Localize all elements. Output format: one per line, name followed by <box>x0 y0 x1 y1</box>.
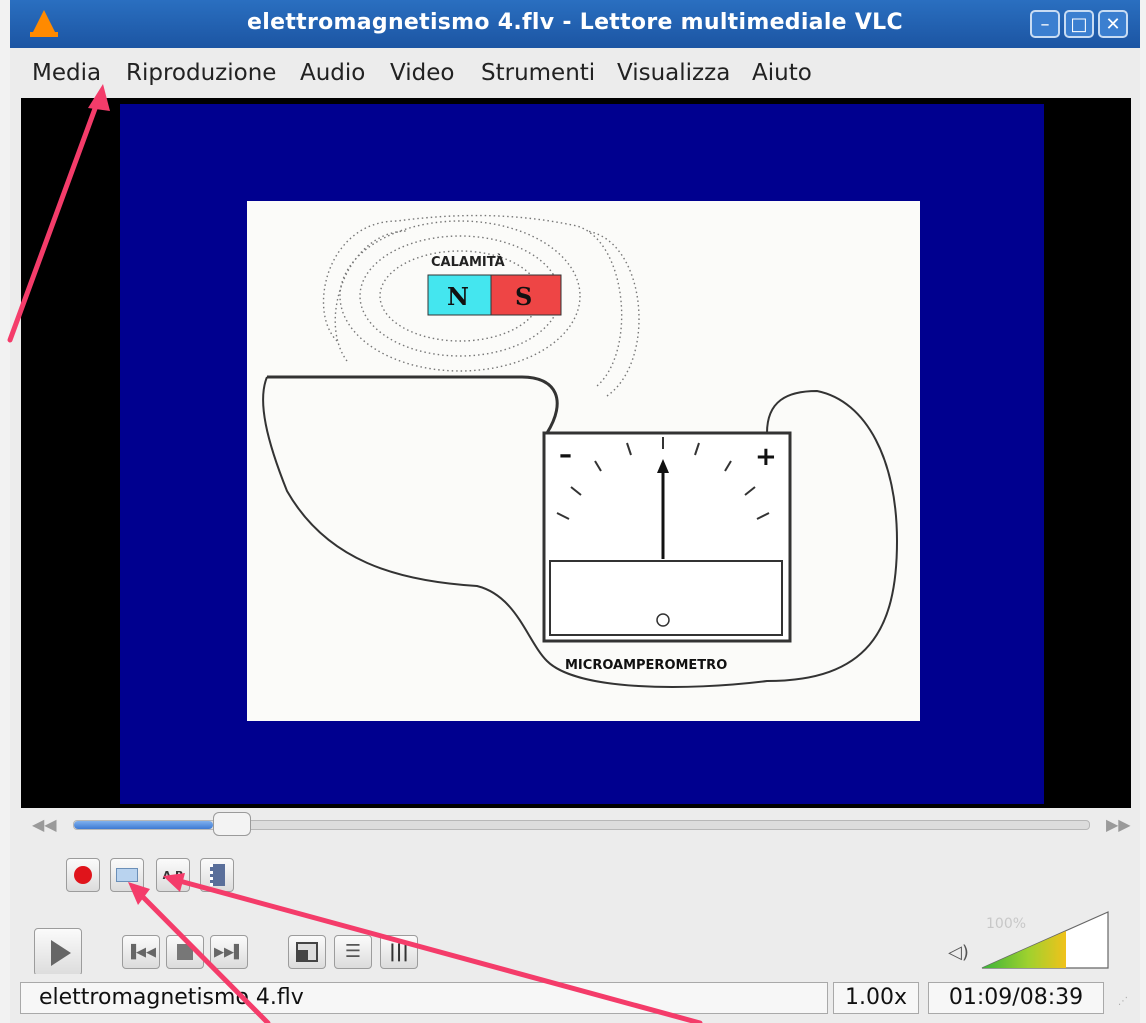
playlist-button[interactable]: ☰ <box>334 935 372 969</box>
resize-grip-icon[interactable]: ⋰ <box>1118 996 1128 1007</box>
menu-riproduzione[interactable]: Riproduzione <box>126 60 276 86</box>
stop-button[interactable] <box>166 935 204 969</box>
meter-panel <box>549 560 783 636</box>
magnet-label: CALAMITÀ <box>431 254 505 270</box>
frame-by-frame-icon <box>209 864 225 886</box>
fullscreen-icon <box>296 942 318 962</box>
previous-button[interactable]: ▐◀◀ <box>122 935 160 969</box>
vlc-window: elettromagnetismo 4.flv - Lettore multim… <box>10 0 1140 1023</box>
next-button[interactable]: ▶▶▌ <box>210 935 248 969</box>
seek-fill <box>74 821 214 829</box>
next-icon: ▶▶▌ <box>214 945 244 960</box>
circuit-drawing: CALAMITÀ N S – + MICROAMPEROMETRO <box>262 214 899 688</box>
status-speed[interactable]: 1.00x <box>833 982 919 1014</box>
wire-top <box>267 375 559 434</box>
skip-forward-icon[interactable]: ▶▶ <box>1106 815 1131 834</box>
menu-bar: Media Riproduzione Audio Video Strumenti… <box>10 48 1140 98</box>
menu-media[interactable]: Media <box>32 60 101 86</box>
snapshot-icon <box>116 868 138 882</box>
magnet-south-letter: S <box>515 282 532 311</box>
status-filename: elettromagnetismo 4.flv <box>20 982 828 1014</box>
record-button[interactable] <box>66 858 100 892</box>
equalizer-icon: ||| <box>389 941 409 962</box>
magnet-north-letter: N <box>447 282 469 311</box>
menu-audio[interactable]: Audio <box>300 60 365 86</box>
equalizer-button[interactable]: ||| <box>380 935 418 969</box>
meter-plus: + <box>755 442 777 472</box>
status-time[interactable]: 01:09/08:39 <box>928 982 1104 1014</box>
stop-icon <box>177 944 193 960</box>
maximize-button[interactable]: □ <box>1064 10 1094 38</box>
window-title: elettromagnetismo 4.flv - Lettore multim… <box>247 10 903 35</box>
volume-slider[interactable] <box>980 910 1112 972</box>
minimize-button[interactable]: – <box>1030 10 1060 38</box>
meter-minus: – <box>559 440 572 470</box>
loop-ab-icon: A B <box>162 869 184 882</box>
menu-aiuto[interactable]: Aiuto <box>752 60 812 86</box>
record-icon <box>74 866 92 884</box>
status-bar: elettromagnetismo 4.flv 1.00x 01:09/08:3… <box>10 974 1140 1023</box>
loop-ab-button[interactable]: A B <box>156 858 190 892</box>
snapshot-button[interactable] <box>110 858 144 892</box>
seek-bar[interactable] <box>73 812 1090 836</box>
speaker-icon[interactable]: ◁) <box>948 942 969 963</box>
playlist-icon: ☰ <box>344 941 362 962</box>
video-slide: CALAMITÀ N S – + MICROAMPEROMETRO <box>247 201 920 721</box>
menu-video[interactable]: Video <box>390 60 454 86</box>
menu-visualizza[interactable]: Visualizza <box>617 60 730 86</box>
video-area[interactable]: CALAMITÀ N S – + MICROAMPEROMETRO <box>21 98 1131 808</box>
close-button[interactable]: ✕ <box>1098 10 1128 38</box>
meter-label: MICROAMPEROMETRO <box>565 658 727 673</box>
frame-by-frame-button[interactable] <box>200 858 234 892</box>
menu-strumenti[interactable]: Strumenti <box>481 60 595 86</box>
title-bar: elettromagnetismo 4.flv - Lettore multim… <box>10 0 1140 48</box>
fullscreen-button[interactable] <box>288 935 326 969</box>
play-icon <box>51 940 71 966</box>
previous-icon: ▐◀◀ <box>126 945 156 960</box>
play-button[interactable] <box>34 928 82 976</box>
video-frame: CALAMITÀ N S – + MICROAMPEROMETRO <box>120 104 1044 804</box>
skip-back-icon[interactable]: ◀◀ <box>32 815 57 834</box>
seek-handle[interactable] <box>213 812 252 836</box>
